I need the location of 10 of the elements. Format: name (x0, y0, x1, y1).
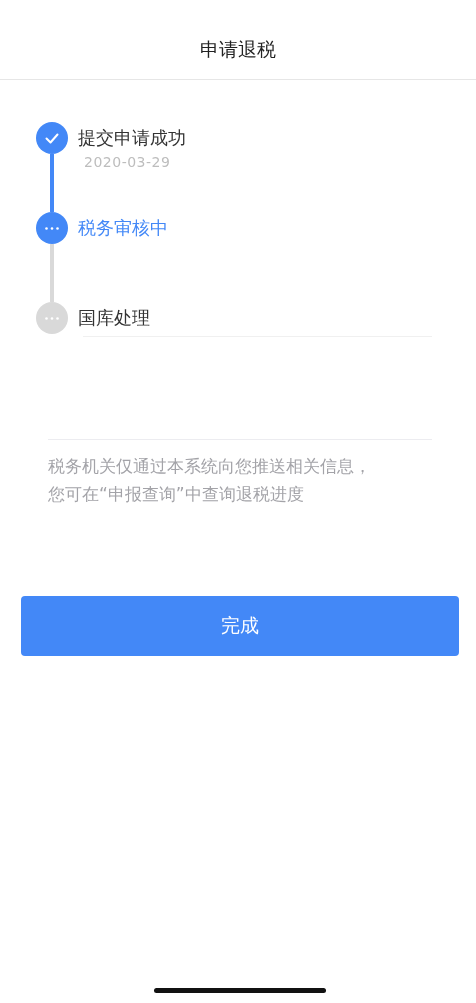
step-title: 提交申请成功 (78, 126, 186, 150)
step-title: 国库处理 (78, 306, 150, 330)
home-indicator[interactable] (154, 988, 326, 993)
step-date: 2020-03-29 (84, 154, 172, 170)
notice-text: 税务机关仅通过本系统向您推送相关信息，您可在“申报查询”中查询退税进度 (48, 455, 372, 506)
done-button[interactable]: 完成 (21, 596, 459, 656)
check-icon (45, 132, 59, 144)
page-title: 申请退税 (200, 37, 276, 62)
step-title: 税务审核中 (78, 216, 168, 240)
dots-icon (45, 226, 59, 230)
